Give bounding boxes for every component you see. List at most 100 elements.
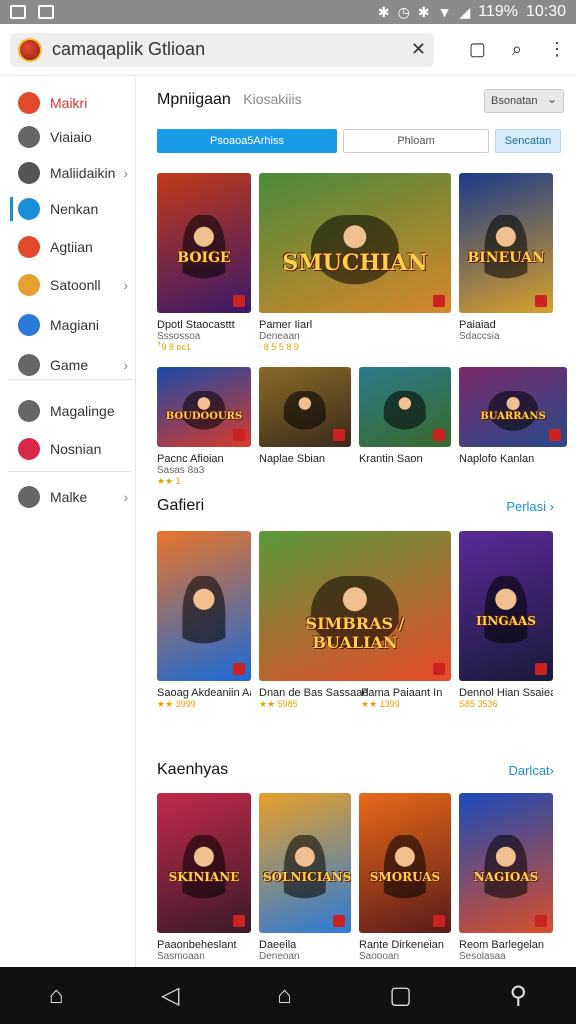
sidebar-item-10[interactable]: Malke › — [0, 481, 136, 513]
sidebar-item-label: Agtiian — [50, 239, 93, 255]
tab-icon[interactable]: ▢ — [469, 39, 486, 60]
navigation-bar: ⌂ ◁ ⌂ ▢ ⚲ — [0, 967, 576, 1024]
search-field[interactable]: camaqaplik Gtlioan ✕ — [10, 32, 434, 67]
cover-logo-text: SOLNICIANS — [263, 870, 351, 884]
wifi-icon: ▼ — [437, 4, 452, 20]
game-card[interactable]: NAGIOAS Reom Barlegelan Sesolasaa — [459, 793, 553, 962]
cover-logo-text: IINGAAS — [476, 613, 536, 628]
top-bar: camaqaplik Gtlioan ✕ ▢ ⌕ ⋮ — [0, 24, 576, 76]
sidebar-item-7[interactable]: Game › — [0, 349, 136, 381]
game-title: Rante Dirkeneian — [359, 939, 444, 951]
game-title: Paiaiad — [459, 319, 496, 331]
game-title: Dennol Hian Ssaieahn — [459, 687, 553, 699]
recent-apps-icon[interactable]: ▢ — [389, 981, 412, 1010]
sidebar-item-label: Game — [50, 357, 89, 373]
game-cover-image: SMORUAS — [359, 793, 451, 933]
game-subtitle: Sssossoa — [157, 331, 201, 342]
store-badge-icon — [233, 663, 245, 675]
sidebar-divider — [8, 471, 132, 472]
sidebar-item-4[interactable]: Agtiian — [0, 231, 136, 263]
filter-button-secondary[interactable]: Phloam — [343, 129, 489, 153]
cover-logo-text: SIMBRAS / BUALIAN — [305, 613, 405, 652]
sidebar-item-1[interactable]: Viaiaio — [0, 121, 136, 153]
game-card[interactable]: IINGAAS Dennol Hian SsaieahnS85 3536 — [459, 531, 553, 710]
home-circle-icon[interactable]: ⌂ — [277, 982, 292, 1010]
store-badge-icon — [333, 429, 345, 441]
sidebar-item-3[interactable]: Nenkan — [0, 193, 136, 225]
store-badge-icon — [535, 663, 547, 675]
section-link-kaenhyas[interactable]: Darlcat› — [508, 763, 554, 778]
star-icon — [18, 354, 40, 376]
game-subtitle: Saoooan — [359, 951, 400, 962]
sidebar-item-0[interactable]: Maikri — [0, 87, 136, 119]
game-title: Pacnc Afioian — [157, 453, 224, 465]
chevron-right-icon: › — [123, 165, 128, 181]
section-link-gafieri[interactable]: Perlasi › — [506, 499, 554, 514]
gafieri-grid: Saoag Akdeaniin Aaridon★★ 3999SIMBRAS / … — [157, 531, 553, 710]
store-badge-icon — [233, 429, 245, 441]
game-card[interactable]: SOLNICIANS Daeeila Deneoan — [259, 793, 351, 962]
cover-logo-text: BOIGE — [177, 250, 231, 266]
sort-dropdown[interactable]: Bsonatan — [484, 89, 564, 113]
game-card[interactable]: Saoag Akdeaniin Aaridon★★ 3999 — [157, 531, 251, 710]
sidebar-item-6[interactable]: Magiani — [0, 309, 136, 341]
search-nav-icon[interactable]: ⚲ — [510, 981, 528, 1010]
sidebar-item-9[interactable]: Nosnian — [0, 433, 136, 465]
home-icon — [18, 92, 40, 114]
game-cover-image: BINEUAN — [459, 173, 553, 313]
hero-figure — [182, 576, 226, 669]
game-cover-image: BOUDOOURS — [157, 367, 251, 447]
home-icon[interactable]: ⌂ — [49, 982, 64, 1010]
game-card[interactable]: SMORUAS Rante Dirkeneian Saoooan — [359, 793, 451, 962]
game-rating: S85 3536 — [459, 699, 498, 709]
sidebar-item-8[interactable]: Magalinge — [0, 395, 136, 427]
sidebar-item-label: Malke — [50, 489, 88, 505]
game-title: Naplae Sbian — [259, 453, 326, 465]
main-content: Mpniigaan Kiosakiiis Bsonatan Psoaoa5Arh… — [137, 77, 576, 967]
sidebar-item-5[interactable]: Satoonll › — [0, 269, 136, 301]
page-subtitle: Kiosakiiis — [243, 91, 302, 107]
extra-game-title: Pama Paiaant In — [361, 687, 443, 699]
game-subtitle: Deneaan — [259, 331, 300, 342]
section-title-gafieri: Gafieri — [157, 497, 205, 514]
store-badge-icon — [333, 915, 345, 927]
game-card[interactable]: Naplae Sbian — [259, 367, 351, 487]
hero-figure — [383, 391, 427, 441]
game-card[interactable]: BOIGE Dpotl Staocasttt Sssossoa ꜛ9 8 oc1 — [157, 173, 251, 353]
store-badge-icon — [549, 429, 561, 441]
game-subtitle: Deneoan — [259, 951, 300, 962]
game-card[interactable]: Krantin Saon — [359, 367, 451, 487]
filter-button-tertiary[interactable]: Sencatan — [495, 129, 561, 153]
game-card[interactable]: BOUDOOURS Pacnc Afioian Sasas 8a3 ★★ 1 — [157, 367, 251, 487]
game-cover-image: NAGIOAS — [459, 793, 553, 933]
game-title: Saoag Akdeaniin Aaridon — [157, 687, 251, 699]
game-card[interactable]: BINEUAN Paiaiad Sdaccsia — [459, 173, 553, 353]
zoom-icon[interactable]: ⌕ — [512, 39, 522, 60]
chevron-right-icon: › — [123, 357, 128, 373]
extra-game-caption: Pama Paiaant In ★★ 1399 — [361, 687, 442, 710]
filter-button-primary[interactable]: Psoaoa5Arhiss — [157, 129, 337, 153]
game-cover-image: SOLNICIANS — [259, 793, 351, 933]
document-icon — [18, 126, 40, 148]
page-title: Mpniigaan Kiosakiiis — [157, 91, 302, 109]
notification-icon — [10, 5, 26, 19]
game-title: Naplofo Kanlan — [459, 453, 535, 465]
sidebar-item-2[interactable]: Maliidaikin › — [0, 157, 136, 189]
more-menu-icon[interactable]: ⋮ — [548, 39, 566, 60]
game-cover-image: SIMBRAS / BUALIAN — [259, 531, 451, 681]
game-subtitle: Sesolasaa — [459, 951, 506, 962]
cover-logo-text: NAGIOAS — [473, 870, 539, 884]
cover-logo-text: BUARRANS — [480, 411, 546, 422]
game-cover-image: BOIGE — [157, 173, 251, 313]
clear-search-icon[interactable]: ✕ — [411, 39, 426, 60]
game-card[interactable]: BUARRANS Naplofo Kanlan — [459, 367, 567, 487]
game-card[interactable]: SMUCHIAN Pamer Iiarl Deneaan ᐧ 8 5 5 8 9 — [259, 173, 451, 353]
status-bar: ✱ ◷ ✱ ▼ ◢ 119% 10:30 — [0, 0, 576, 24]
game-card[interactable]: SKINIANE Paaonbeheslant Sasmoaan — [157, 793, 251, 962]
store-badge-icon — [535, 915, 547, 927]
back-icon[interactable]: ◁ — [161, 981, 179, 1010]
game-cover-image: SMUCHIAN — [259, 173, 451, 313]
game-card[interactable]: SIMBRAS / BUALIAN Dnan de Bas Sassaad ★★ 5… — [259, 531, 451, 710]
sidebar-item-label: Maikri — [50, 95, 88, 111]
search-query[interactable]: camaqaplik Gtlioan — [52, 39, 411, 60]
